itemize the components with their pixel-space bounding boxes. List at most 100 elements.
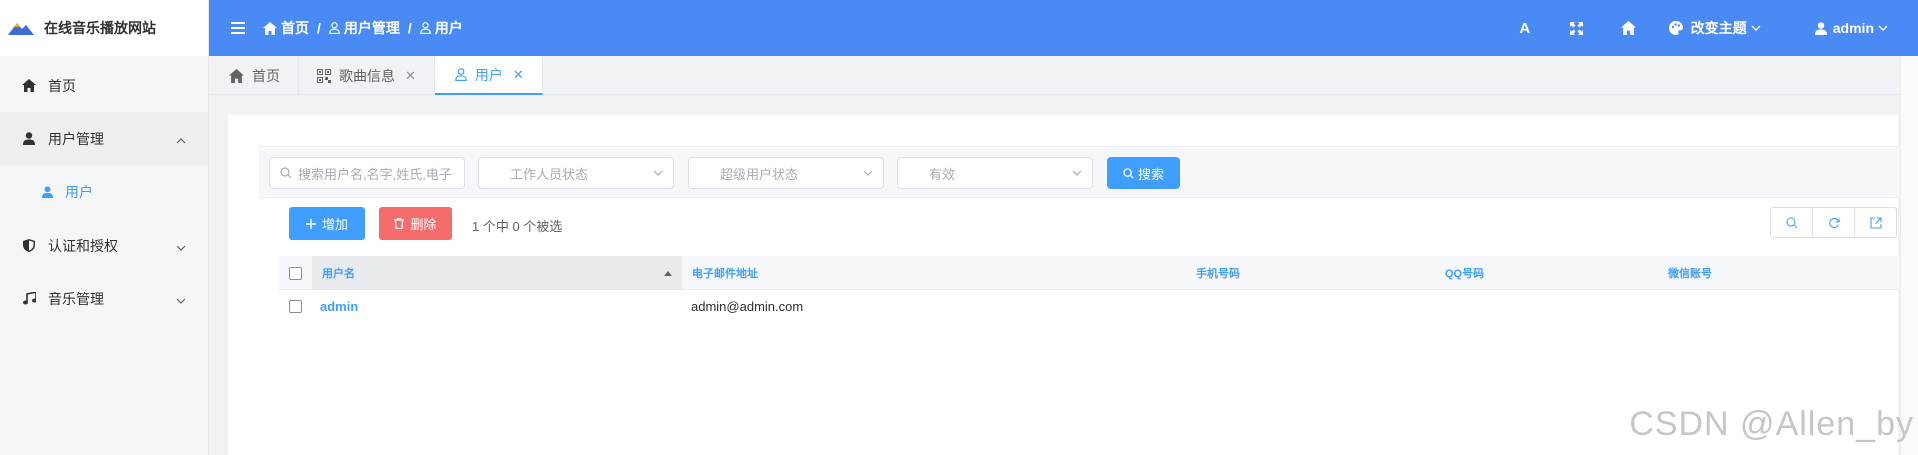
column-header-wechat[interactable]: 微信账号 [1668, 256, 1712, 290]
chevron-down-icon [176, 291, 186, 307]
header-toolbar: A 改变主题 admin [1499, 0, 1918, 56]
refresh-button[interactable] [1812, 207, 1855, 238]
tab-users[interactable]: 用户 ✕ [434, 56, 543, 95]
palette-icon [1668, 21, 1683, 35]
home-icon[interactable] [1603, 0, 1655, 56]
breadcrumb: 首页 / 用户管理 / 用户 [263, 18, 463, 38]
home-icon [229, 68, 244, 83]
table-header: 用户名 电子邮件地址 手机号码 QQ号码 微信账号 [279, 256, 1906, 290]
chevron-down-icon [653, 170, 663, 176]
refresh-icon [1828, 217, 1840, 228]
breadcrumb-user-management[interactable]: 用户管理 [344, 18, 400, 38]
search-placeholder: 搜索用户名,名字,姓氏,电子 [298, 166, 452, 182]
active-select[interactable]: 有效 [897, 157, 1093, 189]
column-header-label: 手机号码 [1196, 268, 1240, 280]
sidebar-item-label: 首页 [48, 77, 76, 94]
search-input[interactable]: 搜索用户名,名字,姓氏,电子 [269, 157, 465, 189]
chevron-down-icon [1878, 25, 1888, 31]
column-header-label: QQ号码 [1445, 268, 1485, 280]
home-icon [22, 79, 36, 93]
music-icon [22, 292, 36, 306]
home-icon [263, 21, 277, 35]
tab-songs[interactable]: 歌曲信息 ✕ [299, 56, 435, 95]
sidebar-item-auth[interactable]: 认证和授权 [0, 219, 208, 272]
trash-icon [394, 218, 405, 229]
search-toggle-button[interactable] [1770, 207, 1813, 238]
tab-home[interactable]: 首页 [209, 56, 299, 95]
superuser-status-select[interactable]: 超级用户状态 [688, 157, 884, 189]
search-button-label: 搜索 [1137, 166, 1164, 182]
scrollbar[interactable] [1900, 56, 1918, 455]
chevron-up-icon [176, 131, 186, 147]
select-placeholder: 工作人员状态 [510, 166, 589, 182]
tab-bar: 首页 歌曲信息 ✕ 用户 ✕ [209, 56, 1918, 95]
app-logo[interactable]: 在线音乐播放网站 [0, 0, 208, 56]
tab-label: 用户 [474, 66, 503, 83]
select-placeholder: 超级用户状态 [720, 166, 799, 182]
column-header-phone[interactable]: 手机号码 [1196, 256, 1240, 290]
cell-email: admin@admin.com [691, 299, 804, 314]
sidebar-item-home[interactable]: 首页 [0, 59, 208, 112]
chevron-down-icon [1751, 25, 1761, 31]
row-checkbox[interactable] [289, 300, 302, 313]
sort-up-icon [664, 271, 672, 276]
search-icon [1785, 216, 1797, 228]
export-icon [1869, 216, 1882, 229]
staff-status-select[interactable]: 工作人员状态 [478, 157, 674, 189]
column-header-qq[interactable]: QQ号码 [1445, 256, 1484, 290]
chevron-down-icon [176, 238, 186, 254]
add-button-label: 增加 [321, 217, 348, 232]
sidebar-item-music[interactable]: 音乐管理 [0, 272, 208, 325]
top-header: 首页 / 用户管理 / 用户 A 改变主题 admin [209, 0, 1918, 56]
delete-button[interactable]: 删除 [379, 207, 452, 240]
theme-switcher[interactable]: 改变主题 [1668, 18, 1761, 38]
font-size-icon[interactable]: A [1499, 0, 1551, 56]
breadcrumb-home[interactable]: 首页 [281, 18, 309, 38]
chevron-down-icon [863, 170, 873, 176]
column-header-label: 用户名 [322, 268, 355, 280]
selection-info: 1 个中 0 个被选 [472, 219, 563, 234]
mountain-logo-icon [8, 23, 34, 35]
user-icon [42, 186, 53, 198]
sidebar: 在线音乐播放网站 首页 用户管理 用户 认证和授权 音乐管理 [0, 0, 209, 455]
plus-icon [305, 218, 316, 229]
close-icon[interactable]: ✕ [513, 67, 524, 83]
search-button[interactable]: 搜索 [1107, 157, 1180, 189]
sidebar-item-user-management[interactable]: 用户管理 [0, 112, 208, 165]
column-header-username[interactable]: 用户名 [312, 256, 682, 290]
select-placeholder: 有效 [929, 166, 956, 182]
app-title: 在线音乐播放网站 [44, 20, 156, 36]
user-icon [22, 132, 36, 146]
add-button[interactable]: 增加 [289, 207, 365, 240]
breadcrumb-separator: / [407, 20, 412, 36]
watermark: CSDN @Allen_by [1629, 405, 1914, 443]
sidebar-item-label: 认证和授权 [48, 237, 118, 254]
sidebar-item-label: 用户 [65, 184, 93, 200]
user-icon [419, 22, 431, 34]
fullscreen-icon[interactable] [1551, 0, 1603, 56]
user-icon [1814, 21, 1827, 35]
search-icon [280, 167, 292, 179]
breadcrumb-users: 用户 [434, 20, 463, 36]
user-menu[interactable]: admin [1814, 20, 1888, 36]
column-header-label: 微信账号 [1668, 268, 1712, 280]
close-icon[interactable]: ✕ [405, 68, 416, 84]
cell-username[interactable]: admin [320, 290, 358, 323]
column-header-email[interactable]: 电子邮件地址 [692, 256, 758, 290]
search-icon [1123, 167, 1134, 179]
select-all-checkbox[interactable] [289, 266, 302, 280]
user-icon [455, 68, 467, 81]
qrcode-icon [317, 68, 331, 83]
breadcrumb-separator: / [317, 20, 321, 36]
hamburger-icon[interactable] [231, 22, 245, 34]
tab-label: 歌曲信息 [339, 67, 395, 84]
delete-button-label: 删除 [410, 217, 437, 232]
filter-bar: 搜索用户名,名字,姓氏,电子 工作人员状态 超级用户状态 有效 搜索 [259, 146, 1918, 198]
export-button[interactable] [1854, 207, 1897, 238]
user-icon [329, 22, 340, 34]
sidebar-item-users[interactable]: 用户 [0, 165, 208, 219]
row-select-cell [289, 290, 302, 323]
sidebar-item-label: 音乐管理 [48, 290, 104, 307]
column-header-label: 电子邮件地址 [692, 268, 758, 280]
chevron-down-icon [1072, 170, 1082, 176]
